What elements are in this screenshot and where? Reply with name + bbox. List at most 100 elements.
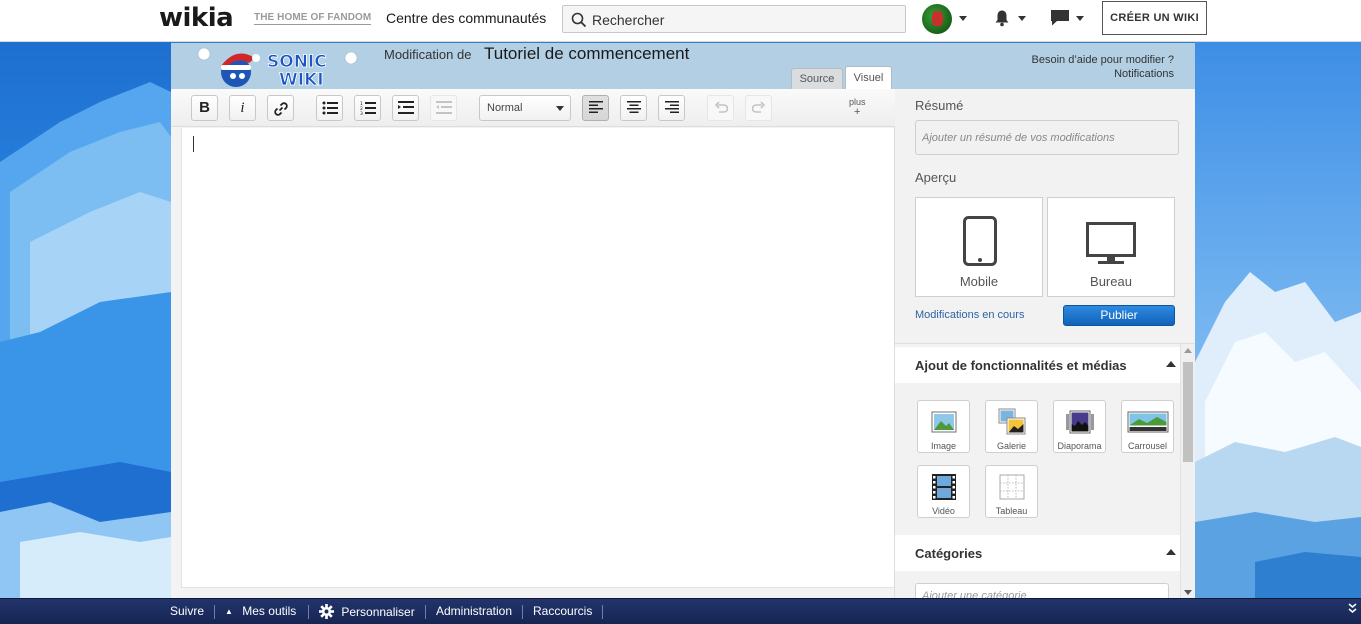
background-right xyxy=(1195,42,1361,598)
outdent-button[interactable] xyxy=(430,95,457,121)
discussions-caret-icon[interactable] xyxy=(1076,16,1084,21)
tab-source[interactable]: Source xyxy=(791,68,843,89)
user-avatar[interactable] xyxy=(922,4,952,34)
paragraph-format-select[interactable]: Normal xyxy=(479,95,571,121)
shortcuts-link[interactable]: Raccourcis xyxy=(533,604,592,618)
administration-link[interactable]: Administration xyxy=(436,604,512,618)
gallery-label: Galerie xyxy=(996,441,1026,451)
sonic-wiki-logo[interactable]: SONIC WIKI xyxy=(193,44,363,88)
summary-input[interactable] xyxy=(915,120,1179,155)
image-label: Image xyxy=(930,441,956,451)
editor-header: SONIC WIKI Modification de Tutoriel de c… xyxy=(171,43,1195,90)
help-link[interactable]: Besoin d’aide pour modifier ? xyxy=(1032,54,1174,66)
table-label: Tableau xyxy=(995,506,1028,516)
categories-title: Catégories xyxy=(915,546,983,561)
communities-link[interactable]: Centre des communautés xyxy=(386,10,546,26)
scrollbar-thumb[interactable] xyxy=(1183,362,1193,462)
discussions-bubble-icon[interactable] xyxy=(1050,9,1070,30)
wikia-bar: Suivre ▲ Mes outils Personnaliser Admini… xyxy=(0,598,1361,624)
create-wiki-button[interactable]: CRÉER UN WIKI xyxy=(1102,1,1207,35)
user-menu-caret-icon[interactable] xyxy=(959,16,967,21)
table-grid-icon xyxy=(999,474,1025,500)
edit-surface[interactable] xyxy=(181,128,894,588)
scroll-down-icon[interactable] xyxy=(1184,590,1192,595)
background-left xyxy=(0,42,171,598)
search-input[interactable] xyxy=(592,10,892,30)
separator xyxy=(308,605,309,619)
svg-text:WIKI: WIKI xyxy=(279,70,324,88)
italic-icon: i xyxy=(240,100,245,116)
caret-up-icon: ▲ xyxy=(225,607,233,616)
insert-table-button[interactable]: Tableau xyxy=(985,465,1038,518)
indent-button[interactable] xyxy=(392,95,419,121)
link-icon xyxy=(273,102,288,116)
insert-gallery-button[interactable]: Galerie xyxy=(985,400,1038,453)
italic-button[interactable]: i xyxy=(229,95,256,121)
customize-link[interactable]: Personnaliser xyxy=(319,604,415,619)
fandom-tagline[interactable]: THE HOME OF FANDOM xyxy=(254,12,372,25)
collapse-caret-icon xyxy=(1166,549,1176,555)
bold-button[interactable]: B xyxy=(191,95,218,121)
preview-mobile-label: Mobile xyxy=(959,274,999,289)
my-tools-menu[interactable]: ▲ Mes outils xyxy=(225,604,296,618)
insert-slideshow-button[interactable]: Diaporama xyxy=(1053,400,1106,453)
chevron-down-icon xyxy=(556,106,564,111)
rail-modules: Ajout de fonctionnalités et médias Image… xyxy=(895,343,1195,598)
plus-icon: + xyxy=(854,106,861,118)
preview-desktop-button[interactable]: Bureau xyxy=(1047,197,1175,297)
separator xyxy=(425,605,426,619)
features-media-title: Ajout de fonctionnalités et médias xyxy=(915,358,1127,373)
undo-icon xyxy=(714,101,728,113)
edits-in-progress-link[interactable]: Modifications en cours xyxy=(915,309,1024,321)
bold-icon: B xyxy=(199,99,210,116)
carousel-icon xyxy=(1127,411,1169,433)
insert-image-button[interactable]: Image xyxy=(917,400,970,453)
rail-scrollbar[interactable] xyxy=(1180,344,1195,598)
collapse-bar-icon[interactable] xyxy=(1348,602,1357,617)
align-right-button[interactable] xyxy=(658,95,685,121)
preview-mobile-button[interactable]: Mobile xyxy=(915,197,1043,297)
categories-header[interactable]: Catégories xyxy=(895,535,1180,571)
notifications-caret-icon[interactable] xyxy=(1018,16,1026,21)
redo-button[interactable] xyxy=(745,95,772,121)
align-center-button[interactable] xyxy=(620,95,647,121)
publish-button[interactable]: Publier xyxy=(1063,305,1175,326)
link-button[interactable] xyxy=(267,95,294,121)
video-film-icon xyxy=(932,474,956,500)
global-navigation: wikia THE HOME OF FANDOM Centre des comm… xyxy=(0,0,1361,42)
wikia-logo[interactable]: wikia xyxy=(159,3,234,33)
insert-carousel-button[interactable]: Carrousel xyxy=(1121,400,1174,453)
align-right-icon xyxy=(664,101,679,113)
follow-link[interactable]: Suivre xyxy=(170,604,204,618)
svg-text:SONIC: SONIC xyxy=(267,52,327,72)
image-icon xyxy=(931,411,957,433)
scroll-up-icon[interactable] xyxy=(1184,348,1192,353)
numbered-list-button[interactable]: 1 2 3 xyxy=(354,95,381,121)
bullet-list-button[interactable] xyxy=(316,95,343,121)
insert-video-button[interactable]: Vidéo xyxy=(917,465,970,518)
edit-prefix: Modification de xyxy=(384,47,472,62)
category-input[interactable] xyxy=(915,583,1169,598)
separator xyxy=(602,605,603,619)
separator xyxy=(214,605,215,619)
customize-label: Personnaliser xyxy=(341,605,415,619)
align-left-button[interactable] xyxy=(582,95,609,121)
more-tools-button[interactable]: plus + xyxy=(849,97,866,118)
features-media-header[interactable]: Ajout de fonctionnalités et médias xyxy=(895,347,1180,383)
slideshow-label: Diaporama xyxy=(1057,441,1102,451)
page-title: Tutoriel de commencement xyxy=(484,44,690,63)
notifications-bell-icon[interactable] xyxy=(993,9,1011,30)
editor-main: B i 1 2 3 Normal plus + xyxy=(171,89,895,598)
outdent-icon xyxy=(435,101,452,114)
collapse-caret-icon xyxy=(1166,361,1176,367)
paragraph-format-value: Normal xyxy=(487,102,523,114)
bullet-list-icon xyxy=(322,101,338,115)
align-center-icon xyxy=(626,101,641,113)
search-box[interactable] xyxy=(562,5,906,33)
search-icon xyxy=(571,12,587,28)
tab-visual[interactable]: Visuel xyxy=(845,66,892,90)
numbered-list-icon: 1 2 3 xyxy=(360,101,376,115)
preview-desktop-label: Bureau xyxy=(1090,274,1132,289)
undo-button[interactable] xyxy=(707,95,734,121)
editor-notifications-link[interactable]: Notifications xyxy=(1114,68,1174,80)
